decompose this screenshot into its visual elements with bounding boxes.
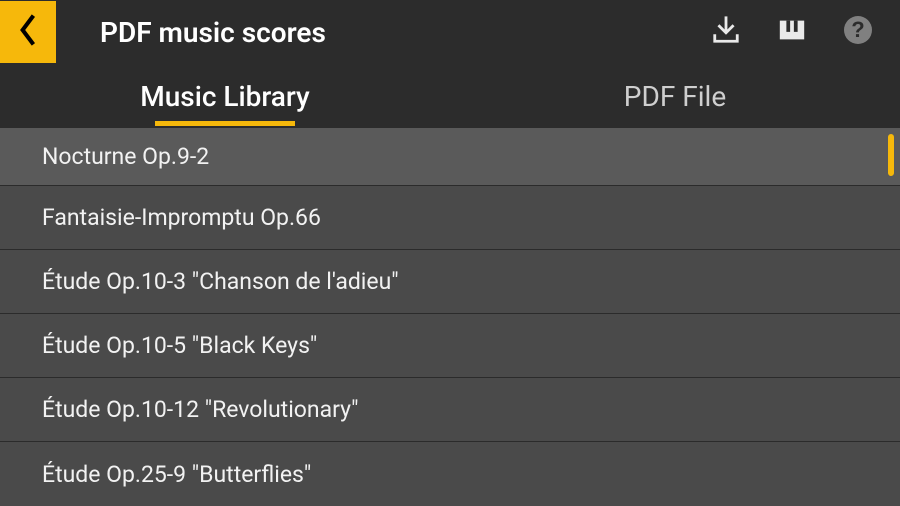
back-button[interactable] — [0, 1, 56, 63]
tab-label: Music Library — [140, 80, 310, 113]
list-item[interactable]: Étude Op.10-3 "Chanson de l'adieu" — [0, 250, 900, 314]
list-item-title: Fantaisie-Impromptu Op.66 — [42, 204, 321, 231]
list-item-title: Étude Op.10-5 "Black Keys" — [42, 332, 317, 359]
help-icon: ? — [842, 14, 874, 50]
active-tab-indicator — [155, 121, 295, 126]
music-list: Nocturne Op.9-2 Fantaisie-Impromptu Op.6… — [0, 128, 900, 506]
tabs: Music Library PDF File — [0, 64, 900, 128]
svg-text:?: ? — [851, 17, 864, 42]
download-icon — [711, 15, 741, 49]
list-item-title: Nocturne Op.9-2 — [42, 143, 209, 170]
list-item-title: Étude Op.10-12 "Revolutionary" — [42, 396, 359, 423]
download-button[interactable] — [708, 14, 744, 50]
header-actions: ? — [708, 14, 900, 50]
list-item[interactable]: Fantaisie-Impromptu Op.66 — [0, 186, 900, 250]
page-title: PDF music scores — [100, 16, 326, 49]
list-item[interactable]: Nocturne Op.9-2 — [0, 128, 900, 186]
piano-mode-button[interactable] — [774, 14, 810, 50]
tab-pdf-file[interactable]: PDF File — [450, 64, 900, 128]
chevron-left-icon — [17, 12, 39, 52]
list-item-title: Étude Op.25-9 "Butterflies" — [42, 461, 311, 488]
tab-label: PDF File — [624, 80, 726, 113]
scrollbar-thumb[interactable] — [888, 134, 894, 176]
help-button[interactable]: ? — [840, 14, 876, 50]
list-container: Nocturne Op.9-2 Fantaisie-Impromptu Op.6… — [0, 128, 900, 506]
list-item[interactable]: Étude Op.10-12 "Revolutionary" — [0, 378, 900, 442]
list-item-title: Étude Op.10-3 "Chanson de l'adieu" — [42, 268, 399, 295]
list-item[interactable]: Étude Op.25-9 "Butterflies" — [0, 442, 900, 506]
tab-music-library[interactable]: Music Library — [0, 64, 450, 128]
app-header: PDF music scores — [0, 0, 900, 64]
list-item[interactable]: Étude Op.10-5 "Black Keys" — [0, 314, 900, 378]
piano-keys-icon — [777, 15, 807, 49]
